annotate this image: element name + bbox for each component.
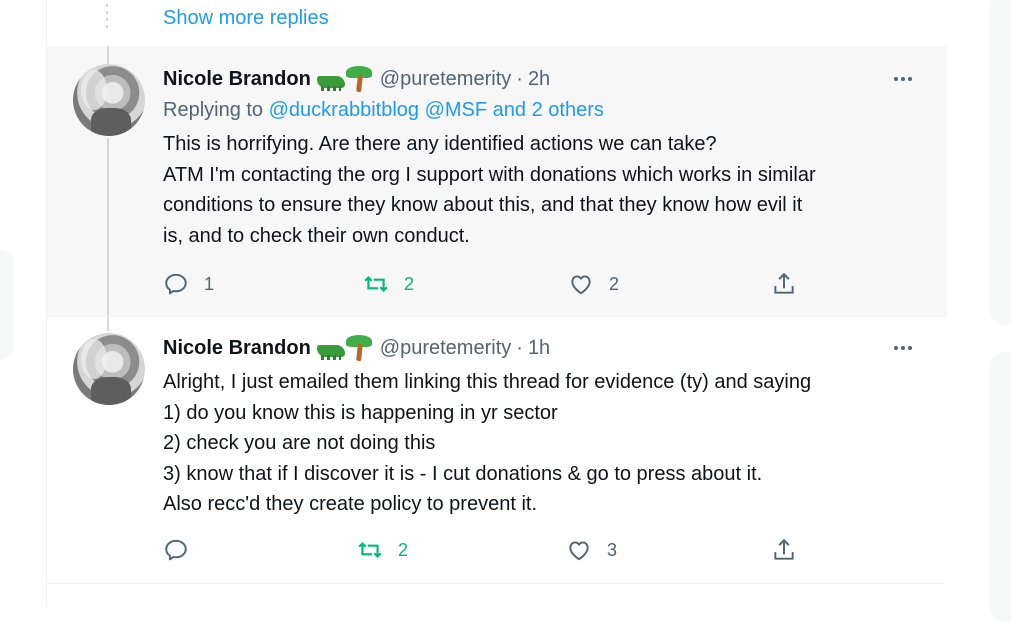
retweet-button[interactable]: 2 <box>363 269 414 299</box>
tweet-header: Nicole Brandon @puretemerity · 2h <box>163 66 550 93</box>
tweet-text-line: Also recc'd they create policy to preven… <box>163 493 537 515</box>
tweet-text-line: 1) do you know this is happening in yr s… <box>163 401 558 424</box>
tweet-actions: 2 3 <box>163 535 823 565</box>
tweet-text-line: 2) check you are not doing this <box>163 432 436 454</box>
mention-link[interactable]: @MSF <box>425 99 488 121</box>
reply-button[interactable] <box>163 535 204 565</box>
share-icon <box>771 537 797 563</box>
author-emoji <box>316 335 372 362</box>
tweet-text-line: is, and to check their own conduct. <box>163 224 470 247</box>
replying-to: Replying to @duckrabbitblog @MSF and 2 o… <box>163 99 604 122</box>
retweet-count: 2 <box>398 539 409 560</box>
tweet-actions: 1 2 2 <box>163 269 823 299</box>
tweet-text: This is horrifying. Are there any identi… <box>163 129 923 251</box>
header-separator: · <box>516 336 523 359</box>
share-button[interactable] <box>771 269 797 299</box>
replying-prefix: Replying to <box>163 99 264 121</box>
more-options-icon[interactable] <box>888 66 918 92</box>
retweet-button[interactable]: 2 <box>357 535 408 565</box>
tweet-timestamp[interactable]: 1h <box>528 337 550 360</box>
retweet-icon <box>357 537 383 563</box>
tweet-timestamp[interactable]: 2h <box>528 68 550 91</box>
retweet-count: 2 <box>404 273 415 294</box>
crocodile-icon <box>316 345 345 360</box>
author-name[interactable]: Nicole Brandon <box>163 337 311 360</box>
reply-button[interactable]: 1 <box>163 269 214 299</box>
author-name[interactable]: Nicole Brandon <box>163 68 311 91</box>
timeline: Show more replies Nicole Brandon @purete… <box>46 0 947 607</box>
reply-icon <box>163 537 189 563</box>
retweet-icon <box>363 271 389 297</box>
like-count: 2 <box>609 273 620 294</box>
like-button[interactable]: 2 <box>568 269 619 299</box>
tweet[interactable]: Nicole Brandon @puretemerity · 2h Replyi… <box>47 46 946 317</box>
author-emoji <box>316 66 372 93</box>
crocodile-icon <box>316 76 345 91</box>
like-button[interactable]: 3 <box>566 535 617 565</box>
tweet-text: Alright, I just emailed them linking thi… <box>163 367 923 520</box>
tweet-text-line: ATM I'm contacting the org I support wit… <box>163 163 816 186</box>
gutter-shade <box>0 250 14 360</box>
thread-line-top <box>107 46 109 64</box>
reply-count: 1 <box>204 273 215 294</box>
thread-line-bottom <box>107 138 109 316</box>
palm-tree-icon <box>345 66 372 93</box>
reply-icon <box>163 271 189 297</box>
share-icon <box>771 271 797 297</box>
others-link[interactable]: and 2 others <box>493 99 604 121</box>
avatar[interactable] <box>73 333 145 405</box>
heart-icon <box>568 271 594 297</box>
author-handle[interactable]: @puretemerity <box>380 68 511 91</box>
thread-dotted-line <box>106 4 108 32</box>
author-handle[interactable]: @puretemerity <box>380 337 511 360</box>
show-more-row[interactable]: Show more replies <box>47 0 946 47</box>
sidebar-panel <box>990 352 1011 622</box>
tweet-text-line: Alright, I just emailed them linking thi… <box>163 371 812 393</box>
left-gutter <box>0 0 46 607</box>
tweet-text-line: conditions to ensure they know about thi… <box>163 194 803 216</box>
tweet-text-line: 3) know that if I discover it is - I cut… <box>163 462 763 485</box>
share-button[interactable] <box>771 535 797 565</box>
thread-line-top <box>107 317 109 331</box>
like-count: 3 <box>607 539 618 560</box>
more-options-icon[interactable] <box>888 335 918 361</box>
sidebar-panel <box>990 0 1011 325</box>
tweet-text-line: This is horrifying. Are there any identi… <box>163 133 717 155</box>
tweet-header: Nicole Brandon @puretemerity · 1h <box>163 335 550 362</box>
tweet[interactable]: Nicole Brandon @puretemerity · 1h Alrigh… <box>47 317 946 584</box>
mention-link[interactable]: @duckrabbitblog <box>269 99 419 121</box>
header-separator: · <box>516 67 523 90</box>
show-more-replies-link[interactable]: Show more replies <box>163 7 329 30</box>
avatar[interactable] <box>73 64 145 136</box>
palm-tree-icon <box>345 335 372 362</box>
heart-icon <box>566 537 592 563</box>
right-sidebar <box>946 0 1011 622</box>
